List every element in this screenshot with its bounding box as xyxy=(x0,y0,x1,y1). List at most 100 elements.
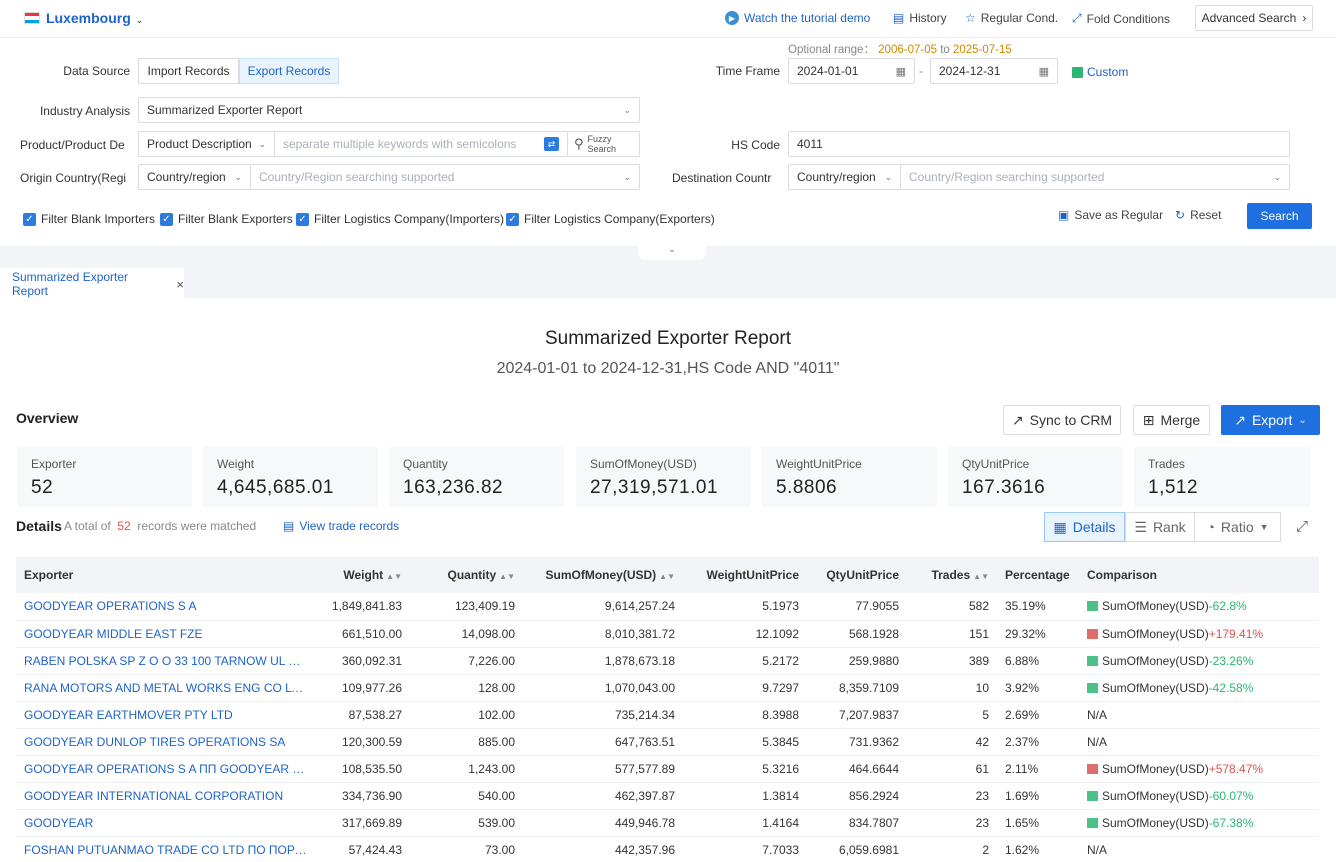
trades-cell: 61 xyxy=(907,755,997,783)
fuzzy-search-toggle[interactable]: ⚲ Fuzzy Search xyxy=(567,131,640,157)
export-button[interactable]: ↗ Export ⌄ xyxy=(1221,405,1320,435)
filter-logistics-exporters-checkbox[interactable]: ✓ Filter Logistics Company(Exporters) xyxy=(506,212,715,226)
qty-unit-price-cell: 856.2924 xyxy=(807,782,907,810)
checkbox-label: Filter Blank Importers xyxy=(41,212,156,226)
advanced-search-button[interactable]: Advanced Search › xyxy=(1195,5,1313,31)
custom-date-link[interactable]: Custom xyxy=(1072,65,1128,79)
exporter-link[interactable]: GOODYEAR INTERNATIONAL CORPORATION xyxy=(16,782,316,810)
history-link[interactable]: ▤ History xyxy=(893,11,947,25)
industry-analysis-select[interactable]: Summarized Exporter Report ⌄ xyxy=(138,97,640,123)
stat-value: 4,645,685.01 xyxy=(217,477,334,498)
fullscreen-icon[interactable]: ⤢ xyxy=(1296,518,1308,535)
industry-analysis-label: Industry Analysis xyxy=(39,104,130,118)
product-keyword-placeholder: separate multiple keywords with semicolo… xyxy=(283,137,517,151)
origin-country-input[interactable]: Country/Region searching supported ⌄ xyxy=(250,164,640,190)
chevron-down-icon: ⌄ xyxy=(258,138,266,149)
fuzzy-line2: Search xyxy=(587,144,617,154)
end-date-input[interactable]: 2024-12-31 ▦ xyxy=(930,58,1058,84)
close-icon[interactable]: × xyxy=(176,277,184,292)
tutorial-link[interactable]: ▶ Watch the tutorial demo xyxy=(725,11,870,25)
exporter-link[interactable]: RANA MOTORS AND METAL WORKS ENG CO LTD S… xyxy=(16,674,316,702)
regular-cond-link[interactable]: ☆ Regular Cond. xyxy=(965,11,1058,25)
weight-unit-price-cell: 5.3845 xyxy=(683,728,807,756)
destination-type-select[interactable]: Country/region ⌄ xyxy=(788,164,901,190)
header-label: Percentage xyxy=(1005,568,1070,582)
trades-cell: 23 xyxy=(907,782,997,810)
view-rank-tab[interactable]: ☰ Rank xyxy=(1125,512,1195,542)
col-sum-of-money[interactable]: SumOfMoney(USD) ▲▼ xyxy=(523,557,683,593)
custom-icon xyxy=(1072,66,1083,78)
exporter-link[interactable]: GOODYEAR OPERATIONS S A ПП GOODYEAR MIDD… xyxy=(16,755,316,783)
import-records-option[interactable]: Import Records xyxy=(138,58,239,84)
money-cell: 735,214.34 xyxy=(523,701,683,729)
filter-logistics-importers-checkbox[interactable]: ✓ Filter Logistics Company(Importers) xyxy=(296,212,504,226)
optional-start: 2006-07-05 xyxy=(878,44,937,56)
sync-to-crm-button[interactable]: ↗ Sync to CRM xyxy=(1003,405,1121,435)
records-matched: A total of 52 records were matched xyxy=(64,519,256,533)
exporter-link[interactable]: GOODYEAR DUNLOP TIRES OPERATIONS SA xyxy=(16,728,316,756)
destination-country-input[interactable]: Country/Region searching supported ⌄ xyxy=(900,164,1290,190)
merge-button[interactable]: ⊞ Merge xyxy=(1133,405,1210,435)
fuzzy-line1: Fuzzy xyxy=(587,134,612,144)
stat-trades: Trades 1,512 xyxy=(1134,447,1310,507)
optional-to: to xyxy=(940,44,950,56)
money-cell: 9,614,257.24 xyxy=(523,593,683,621)
exporter-link[interactable]: FOSHAN PUTUANMAO TRADE CO LTD ПО ПОРУЧЕН… xyxy=(16,836,316,862)
keyword-list-icon[interactable]: ⇄ xyxy=(544,137,559,151)
save-icon: ▣ xyxy=(1058,208,1070,222)
records-icon: ▤ xyxy=(283,519,295,533)
exporter-link[interactable]: RABEN POLSKA SP Z O O 33 100 TARNOW UL S… xyxy=(16,647,316,675)
weight-cell: 87,538.27 xyxy=(316,701,410,729)
comparison-label: SumOfMoney(USD) xyxy=(1102,653,1209,668)
view-ratio-tab[interactable]: ◔ Ratio ▼ xyxy=(1194,512,1281,542)
percentage-cell: 1.65% xyxy=(997,809,1079,837)
filter-blank-exporters-checkbox[interactable]: ✓ Filter Blank Exporters xyxy=(160,212,293,226)
total-suffix: records were matched xyxy=(137,519,257,533)
exporter-link[interactable]: GOODYEAR EARTHMOVER PTY LTD xyxy=(16,701,316,729)
filter-blank-importers-checkbox[interactable]: ✓ Filter Blank Importers xyxy=(23,212,155,226)
qty-unit-price-cell: 7,207.9837 xyxy=(807,701,907,729)
tab-summarized-exporter-report[interactable]: Summarized Exporter Report × xyxy=(0,268,184,298)
view-rank-label: Rank xyxy=(1152,519,1186,535)
save-as-regular-label: Save as Regular xyxy=(1074,208,1164,222)
col-weight[interactable]: Weight ▲▼ xyxy=(316,557,410,593)
product-type-select[interactable]: Product Description ⌄ xyxy=(138,131,275,157)
chevron-down-icon: ⌄ xyxy=(667,244,677,255)
exporter-link[interactable]: GOODYEAR xyxy=(16,809,316,837)
col-quantity[interactable]: Quantity ▲▼ xyxy=(410,557,523,593)
stat-value: 163,236.82 xyxy=(403,477,504,498)
exporter-link[interactable]: GOODYEAR MIDDLE EAST FZE xyxy=(16,620,316,648)
chevron-down-icon: ⌄ xyxy=(135,15,144,25)
table-row: GOODYEAR 317,669.89 539.00 449,946.78 1.4164… xyxy=(16,809,1319,837)
hs-code-input[interactable]: 4011 xyxy=(788,131,1290,157)
start-date-input[interactable]: 2024-01-01 ▦ xyxy=(788,58,915,84)
weight-cell: 57,424.43 xyxy=(316,836,410,862)
export-records-option[interactable]: Export Records xyxy=(239,58,339,84)
comparison-label: SumOfMoney(USD) xyxy=(1102,788,1209,803)
stat-value: 5.8806 xyxy=(776,477,838,498)
quantity-cell: 540.00 xyxy=(410,782,523,810)
exporter-link[interactable]: GOODYEAR OPERATIONS S A xyxy=(16,593,316,621)
comparison-label: SumOfMoney(USD) xyxy=(1102,626,1209,641)
checkbox-label: Filter Logistics Company(Importers) xyxy=(314,212,505,226)
country-selector[interactable]: Luxembourg ⌄ xyxy=(46,10,143,26)
save-as-regular-button[interactable]: ▣ Save as Regular xyxy=(1058,208,1163,222)
stat-value: 52 xyxy=(31,477,54,498)
percentage-cell: 2.69% xyxy=(997,701,1079,729)
comparison-value: -23.26% xyxy=(1208,653,1254,668)
search-button[interactable]: Search xyxy=(1247,203,1312,229)
hs-code-value: 4011 xyxy=(797,137,823,151)
comparison-value: N/A xyxy=(1087,842,1108,857)
view-trade-records-link[interactable]: ▤ View trade records xyxy=(283,519,399,533)
collapse-panel-toggle[interactable]: ⌄ xyxy=(638,244,706,260)
product-keyword-input[interactable]: separate multiple keywords with semicolo… xyxy=(274,131,568,157)
reset-button[interactable]: ↻ Reset xyxy=(1175,208,1221,222)
col-trades[interactable]: Trades ▲▼ xyxy=(907,557,997,593)
money-cell: 462,397.87 xyxy=(523,782,683,810)
weight-cell: 109,977.26 xyxy=(316,674,410,702)
view-details-tab[interactable]: ▦ Details xyxy=(1044,512,1125,542)
product-type-value: Product Description xyxy=(147,137,252,151)
origin-type-select[interactable]: Country/region ⌄ xyxy=(138,164,251,190)
comparison-cell: N/A xyxy=(1079,728,1319,756)
fold-conditions-link[interactable]: ⤢ Fold Conditions xyxy=(1072,11,1170,26)
